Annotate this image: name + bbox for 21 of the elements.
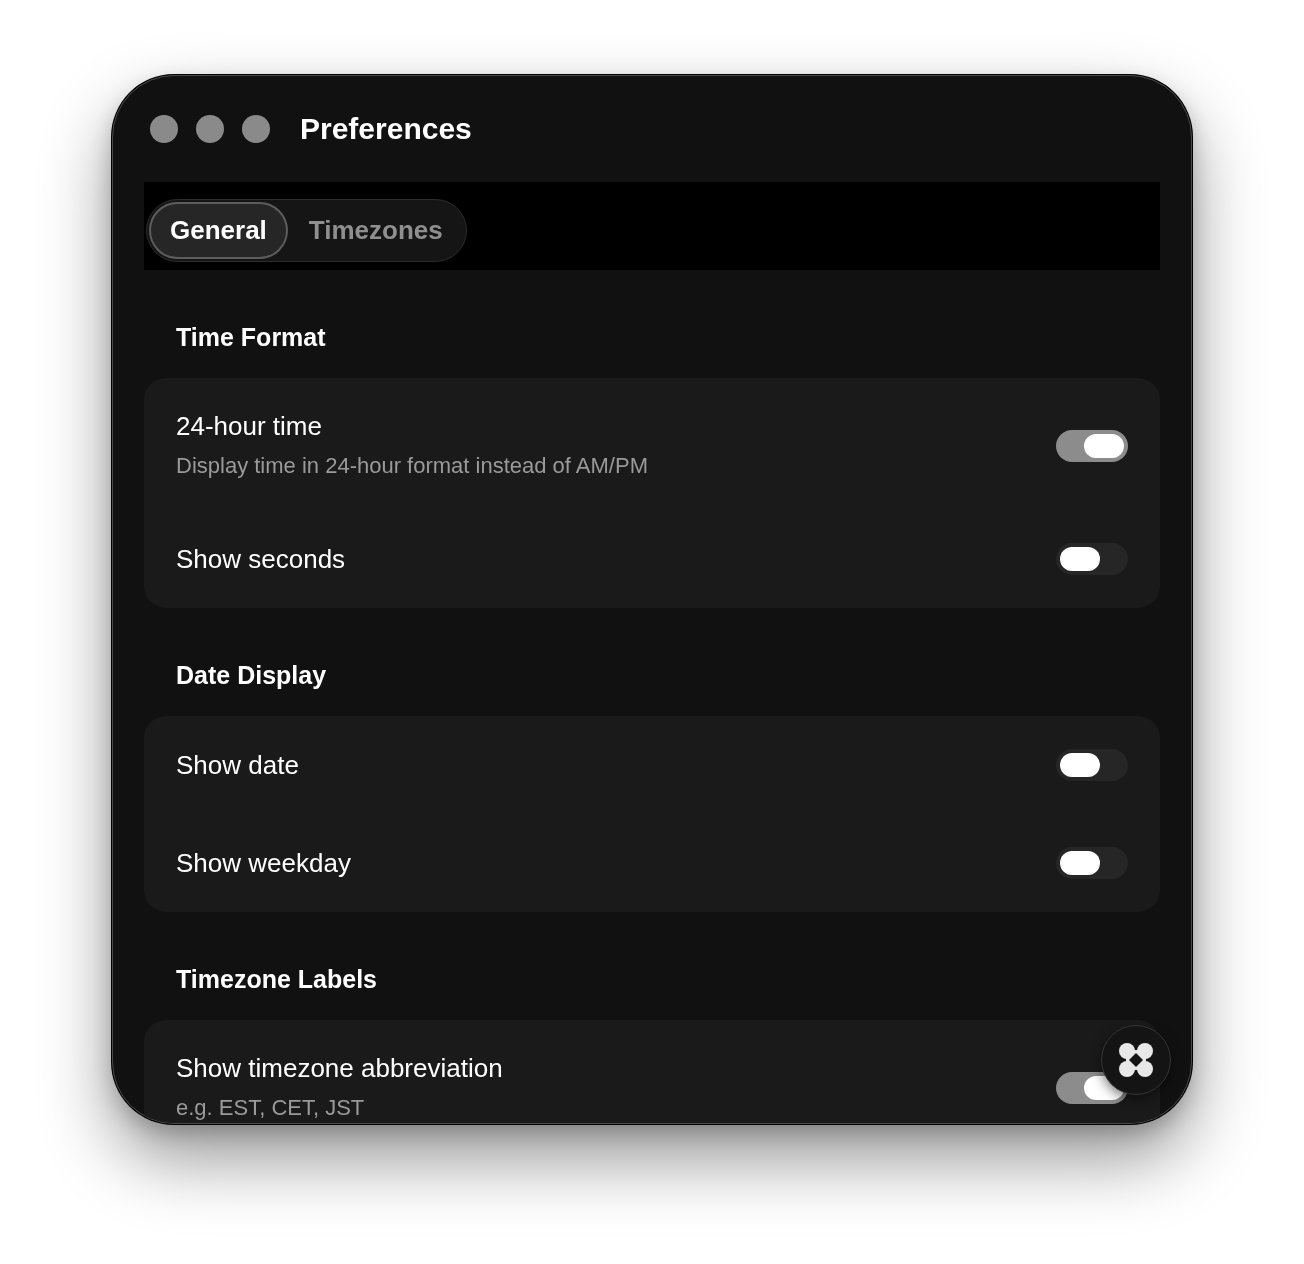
- setting-label: Show weekday: [176, 848, 351, 878]
- toggle-switch[interactable]: [1056, 749, 1128, 781]
- setting-label: Show seconds: [176, 544, 346, 574]
- tab[interactable]: General: [149, 202, 288, 259]
- section-heading: Date Display: [176, 660, 327, 690]
- four-petal-icon: [1119, 1043, 1153, 1077]
- section-heading: Timezone Labels: [176, 964, 377, 994]
- tab[interactable]: Timezones: [287, 202, 464, 259]
- window-title: Preferences: [300, 111, 472, 147]
- setting-label: 24-hour time: [176, 411, 322, 441]
- toggle-switch[interactable]: [1056, 847, 1128, 879]
- window-control-button[interactable]: [150, 115, 178, 143]
- setting-description: Display time in 24-hour format instead of AM/PM: [176, 452, 648, 480]
- toggle-switch[interactable]: [1056, 429, 1128, 462]
- setting-label: Show date: [176, 750, 299, 780]
- toggle-switch[interactable]: [1056, 543, 1128, 575]
- setting-description: e.g. EST, CET, JST: [176, 1094, 365, 1122]
- setting-label: Show timezone abbreviation: [176, 1053, 503, 1083]
- window-control-button[interactable]: [196, 115, 224, 143]
- window-control-button[interactable]: [242, 115, 270, 143]
- section-heading: Time Format: [176, 322, 326, 352]
